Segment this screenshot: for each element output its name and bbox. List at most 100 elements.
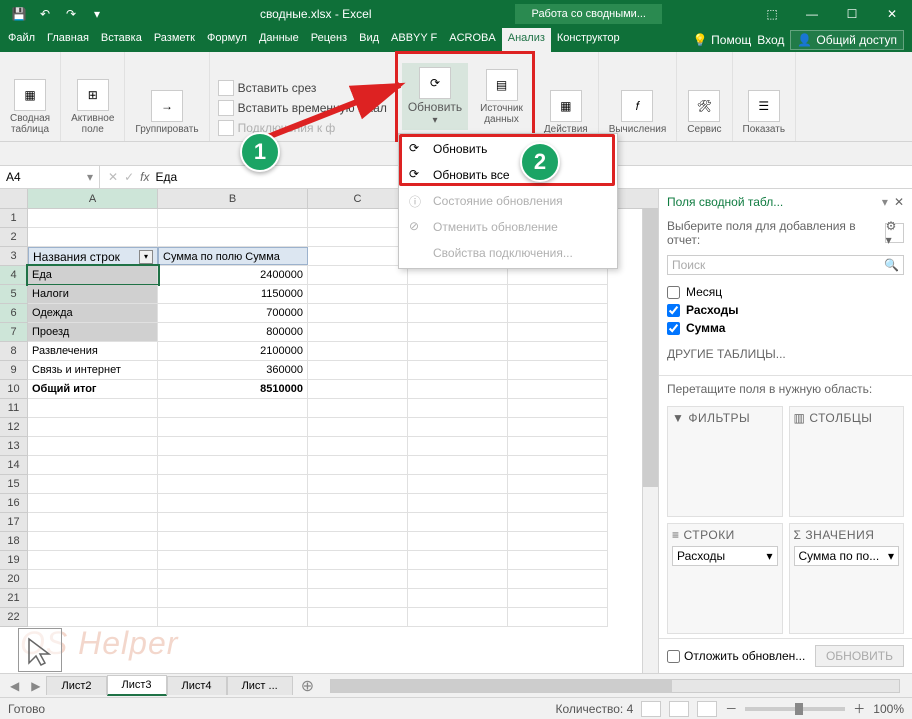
row-header[interactable]: 4 — [0, 266, 28, 285]
help-button[interactable]: 💡 Помощ — [693, 33, 751, 47]
row-header[interactable]: 20 — [0, 570, 28, 589]
cell[interactable]: Проезд — [28, 323, 158, 341]
zone-values[interactable]: ΣЗНАЧЕНИЯ Сумма по по...▾ — [789, 523, 905, 634]
cell[interactable] — [158, 532, 308, 550]
cell[interactable] — [308, 513, 408, 531]
calculations-button[interactable]: 𝑓 Вычисления — [605, 88, 671, 137]
row-header[interactable]: 16 — [0, 494, 28, 513]
cell[interactable] — [158, 209, 308, 227]
row-header[interactable]: 6 — [0, 304, 28, 323]
tab-layout[interactable]: Разметк — [148, 28, 201, 52]
horizontal-scrollbar[interactable] — [330, 679, 900, 693]
close-icon[interactable]: ✕ — [872, 0, 912, 28]
zoom-slider[interactable] — [745, 707, 845, 711]
cell[interactable] — [408, 532, 508, 550]
field-search-input[interactable]: Поиск 🔍 — [667, 255, 904, 275]
cell[interactable]: 2400000 — [158, 266, 308, 284]
row-header[interactable]: 21 — [0, 589, 28, 608]
field-checkbox[interactable]: Месяц — [667, 283, 904, 301]
cell[interactable] — [308, 608, 408, 626]
row-labels-dropdown-icon[interactable]: ▾ — [139, 250, 153, 264]
data-source-button[interactable]: ▤ Источник данных — [476, 67, 527, 127]
cell[interactable] — [158, 399, 308, 417]
cells[interactable]: Названия строк▾Сумма по полю СуммаЕда240… — [28, 209, 608, 627]
cell[interactable] — [28, 494, 158, 512]
share-button[interactable]: 👤 Общий доступ — [790, 30, 904, 50]
sheet-tab-3[interactable]: Лист3 — [107, 675, 167, 696]
cell[interactable] — [508, 532, 608, 550]
cell[interactable] — [28, 437, 158, 455]
vertical-scrollbar[interactable] — [642, 209, 658, 673]
cell[interactable] — [508, 380, 608, 398]
cell[interactable]: Общий итог — [28, 380, 158, 398]
sheet-tab-more[interactable]: Лист ... — [227, 676, 293, 695]
cell[interactable] — [28, 570, 158, 588]
cell[interactable] — [508, 399, 608, 417]
sheet-tab-4[interactable]: Лист4 — [167, 676, 227, 695]
cell[interactable] — [508, 456, 608, 474]
zone-filters[interactable]: ▼ФИЛЬТРЫ — [667, 406, 783, 517]
view-normal-icon[interactable] — [641, 701, 661, 717]
update-button[interactable]: ОБНОВИТЬ — [815, 645, 904, 667]
cell[interactable] — [308, 589, 408, 607]
cell[interactable]: Развлечения — [28, 342, 158, 360]
row-header[interactable]: 1 — [0, 209, 28, 228]
row-header[interactable]: 3 — [0, 247, 28, 266]
cell[interactable] — [408, 380, 508, 398]
cell[interactable] — [28, 589, 158, 607]
cell[interactable] — [508, 361, 608, 379]
zone-columns[interactable]: ▥СТОЛБЦЫ — [789, 406, 905, 517]
cell[interactable] — [408, 361, 508, 379]
cell[interactable] — [308, 323, 408, 341]
tab-analyze[interactable]: Анализ — [502, 28, 551, 52]
zone-row-item[interactable]: Расходы▾ — [672, 546, 778, 566]
tab-file[interactable]: Файл — [2, 28, 41, 52]
maximize-icon[interactable]: ☐ — [832, 0, 872, 28]
add-sheet-icon[interactable]: ⊕ — [293, 676, 322, 696]
cell[interactable] — [408, 285, 508, 303]
cell[interactable] — [308, 418, 408, 436]
cell[interactable] — [308, 380, 408, 398]
zoom-in-icon[interactable]: ＋ — [853, 700, 865, 717]
tab-formulas[interactable]: Формул — [201, 28, 253, 52]
cell[interactable]: 700000 — [158, 304, 308, 322]
tab-view[interactable]: Вид — [353, 28, 385, 52]
cell[interactable] — [28, 399, 158, 417]
cell[interactable]: Названия строк▾ — [28, 247, 158, 265]
cell[interactable] — [158, 551, 308, 569]
cell[interactable] — [408, 418, 508, 436]
cell[interactable] — [408, 437, 508, 455]
menu-refresh[interactable]: ⟳Обновить — [399, 136, 617, 162]
qat-more-icon[interactable]: ▾ — [86, 3, 108, 25]
zoom-level[interactable]: 100% — [873, 702, 904, 716]
cell[interactable] — [408, 304, 508, 322]
row-header[interactable]: 2 — [0, 228, 28, 247]
cell[interactable] — [28, 228, 158, 246]
cell[interactable] — [158, 456, 308, 474]
row-header[interactable]: 17 — [0, 513, 28, 532]
tab-design[interactable]: Конструктор — [551, 28, 626, 52]
cell[interactable] — [508, 551, 608, 569]
view-page-layout-icon[interactable] — [669, 701, 689, 717]
cell[interactable] — [508, 589, 608, 607]
cell[interactable]: Одежда — [28, 304, 158, 322]
sheet-nav-next-icon[interactable]: ▶ — [25, 679, 46, 693]
cell[interactable] — [158, 570, 308, 588]
field-checkbox[interactable]: Расходы — [667, 301, 904, 319]
row-header[interactable]: 14 — [0, 456, 28, 475]
cell[interactable] — [158, 475, 308, 493]
cell[interactable] — [308, 228, 408, 246]
tools-button[interactable]: 🛠 Сервис — [683, 88, 725, 137]
cell[interactable] — [508, 513, 608, 531]
other-tables-link[interactable]: ДРУГИЕ ТАБЛИЦЫ... — [659, 341, 912, 367]
redo-icon[interactable]: ↷ — [60, 3, 82, 25]
tab-data[interactable]: Данные — [253, 28, 305, 52]
cell[interactable] — [308, 532, 408, 550]
actions-button[interactable]: ▦ Действия — [540, 88, 592, 137]
cell[interactable] — [308, 399, 408, 417]
col-header-a[interactable]: A — [28, 189, 158, 208]
zone-value-item[interactable]: Сумма по по...▾ — [794, 546, 900, 566]
field-pane-close-icon[interactable]: ✕ — [894, 195, 904, 209]
cell[interactable] — [28, 513, 158, 531]
cancel-formula-icon[interactable]: ✕ — [108, 170, 118, 184]
